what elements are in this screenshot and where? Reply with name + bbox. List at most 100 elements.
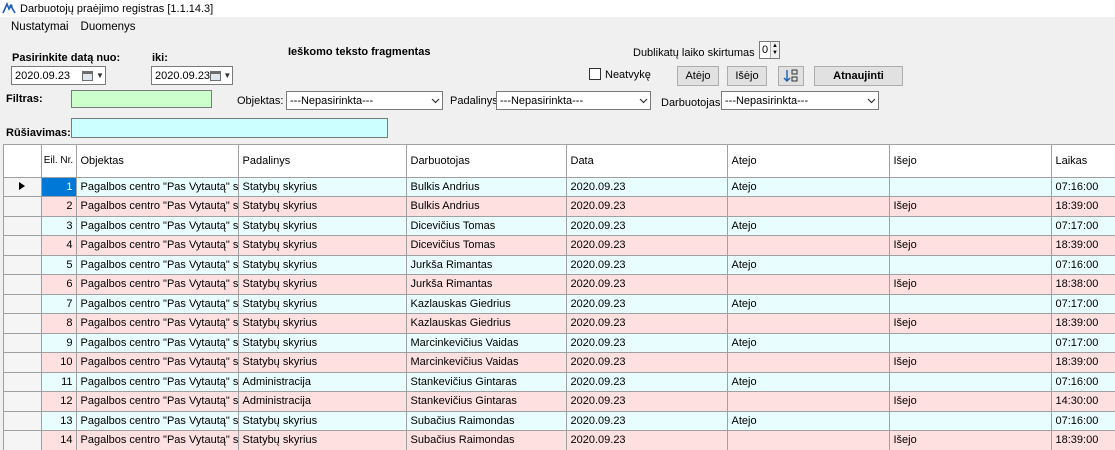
cell-laikas[interactable]: 18:39:00 bbox=[1051, 352, 1115, 373]
cell-laikas[interactable]: 18:39:00 bbox=[1051, 430, 1115, 450]
row-number[interactable]: 11 bbox=[41, 372, 77, 392]
row-selector[interactable] bbox=[4, 333, 42, 353]
cell-objektas[interactable]: Pagalbos centro "Pas Vytautą" st... bbox=[76, 391, 239, 412]
row-number[interactable]: 14 bbox=[41, 430, 77, 450]
table-row[interactable]: 4 Pagalbos centro "Pas Vytautą" st... Stat… bbox=[4, 235, 1115, 256]
cell-padalinys[interactable]: Statybų skyrius bbox=[238, 177, 407, 197]
cell-darbuotojas[interactable]: Kazlauskas Giedrius bbox=[406, 294, 567, 314]
row-selector[interactable] bbox=[4, 372, 42, 392]
row-number[interactable]: 2 bbox=[41, 196, 77, 217]
cell-darbuotojas[interactable]: Marcinkevičius Vaidas bbox=[406, 352, 567, 373]
cell-padalinys[interactable]: Statybų skyrius bbox=[238, 216, 407, 236]
cell-darbuotojas[interactable]: Bulkis Andrius bbox=[406, 177, 567, 197]
row-selector[interactable] bbox=[4, 274, 42, 295]
cell-objektas[interactable]: Pagalbos centro "Pas Vytautą" st... bbox=[76, 430, 239, 450]
cell-laikas[interactable]: 07:16:00 bbox=[1051, 411, 1115, 431]
row-selector[interactable] bbox=[4, 196, 42, 217]
cell-laikas[interactable]: 07:16:00 bbox=[1051, 177, 1115, 197]
cell-isejo[interactable] bbox=[889, 294, 1052, 314]
row-number[interactable]: 1 bbox=[41, 177, 77, 197]
cell-padalinys[interactable]: Statybų skyrius bbox=[238, 294, 407, 314]
cell-data[interactable]: 2020.09.23 bbox=[566, 430, 728, 450]
table-row[interactable]: 3 Pagalbos centro "Pas Vytautą" st... Stat… bbox=[4, 216, 1115, 236]
cell-darbuotojas[interactable]: Subačius Raimondas bbox=[406, 430, 567, 450]
atejo-button[interactable]: Atėjo bbox=[677, 66, 719, 86]
cell-laikas[interactable]: 18:39:00 bbox=[1051, 196, 1115, 217]
column-header-laikas[interactable]: Laikas bbox=[1051, 145, 1115, 178]
column-header-padalinys[interactable]: Padalinys bbox=[238, 145, 407, 178]
row-selector[interactable] bbox=[4, 313, 42, 334]
cell-padalinys[interactable]: Statybų skyrius bbox=[238, 255, 407, 275]
cell-data[interactable]: 2020.09.23 bbox=[566, 177, 728, 197]
cell-data[interactable]: 2020.09.23 bbox=[566, 235, 728, 256]
data-grid[interactable]: Eil. Nr. Objektas Padalinys Darbuotojas … bbox=[3, 144, 1115, 450]
cell-darbuotojas[interactable]: Dicevičius Tomas bbox=[406, 216, 567, 236]
date-to-picker[interactable]: 2020.09.23 ▼ bbox=[151, 66, 233, 85]
sort-button[interactable] bbox=[778, 66, 804, 86]
cell-objektas[interactable]: Pagalbos centro "Pas Vytautą" st... bbox=[76, 294, 239, 314]
cell-data[interactable]: 2020.09.23 bbox=[566, 196, 728, 217]
cell-isejo[interactable] bbox=[889, 255, 1052, 275]
cell-data[interactable]: 2020.09.23 bbox=[566, 274, 728, 295]
cell-padalinys[interactable]: Statybų skyrius bbox=[238, 352, 407, 373]
cell-atejo[interactable] bbox=[727, 391, 890, 412]
cell-objektas[interactable]: Pagalbos centro "Pas Vytautą" st... bbox=[76, 196, 239, 217]
row-number[interactable]: 7 bbox=[41, 294, 77, 314]
cell-darbuotojas[interactable]: Jurkša Rimantas bbox=[406, 274, 567, 295]
cell-objektas[interactable]: Pagalbos centro "Pas Vytautą" st... bbox=[76, 177, 239, 197]
row-number[interactable]: 6 bbox=[41, 274, 77, 295]
cell-isejo[interactable]: Išejo bbox=[889, 313, 1052, 334]
cell-objektas[interactable]: Pagalbos centro "Pas Vytautą" st... bbox=[76, 372, 239, 392]
row-selector[interactable] bbox=[4, 352, 42, 373]
filter-input[interactable] bbox=[71, 90, 212, 108]
cell-data[interactable]: 2020.09.23 bbox=[566, 352, 728, 373]
column-header-darbuotojas[interactable]: Darbuotojas bbox=[406, 145, 567, 178]
cell-isejo[interactable]: Išejo bbox=[889, 430, 1052, 450]
cell-objektas[interactable]: Pagalbos centro "Pas Vytautą" st... bbox=[76, 235, 239, 256]
cell-data[interactable]: 2020.09.23 bbox=[566, 255, 728, 275]
cell-objektas[interactable]: Pagalbos centro "Pas Vytautą" st... bbox=[76, 333, 239, 353]
cell-atejo[interactable]: Atejo bbox=[727, 177, 890, 197]
cell-atejo[interactable]: Atejo bbox=[727, 294, 890, 314]
stepper-arrows-icon[interactable]: ▲ ▼ bbox=[770, 42, 779, 58]
row-selector[interactable] bbox=[4, 391, 42, 412]
cell-objektas[interactable]: Pagalbos centro "Pas Vytautą" st... bbox=[76, 274, 239, 295]
cell-isejo[interactable]: Išejo bbox=[889, 352, 1052, 373]
cell-objektas[interactable]: Pagalbos centro "Pas Vytautą" st... bbox=[76, 255, 239, 275]
cell-laikas[interactable]: 18:38:00 bbox=[1051, 274, 1115, 295]
cell-atejo[interactable]: Atejo bbox=[727, 216, 890, 236]
cell-isejo[interactable] bbox=[889, 411, 1052, 431]
menu-duomenys[interactable]: Duomenys bbox=[76, 21, 141, 33]
row-number[interactable]: 8 bbox=[41, 313, 77, 334]
cell-isejo[interactable]: Išejo bbox=[889, 235, 1052, 256]
row-selector[interactable] bbox=[4, 235, 42, 256]
cell-padalinys[interactable]: Statybų skyrius bbox=[238, 411, 407, 431]
cell-objektas[interactable]: Pagalbos centro "Pas Vytautą" st... bbox=[76, 313, 239, 334]
cell-darbuotojas[interactable]: Bulkis Andrius bbox=[406, 196, 567, 217]
cell-laikas[interactable]: 18:39:00 bbox=[1051, 235, 1115, 256]
cell-data[interactable]: 2020.09.23 bbox=[566, 411, 728, 431]
cell-padalinys[interactable]: Administracija bbox=[238, 372, 407, 392]
row-selector-header[interactable] bbox=[4, 145, 42, 178]
cell-laikas[interactable]: 07:17:00 bbox=[1051, 333, 1115, 353]
cell-atejo[interactable] bbox=[727, 196, 890, 217]
menu-nustatymai[interactable]: Nustatymai bbox=[6, 21, 74, 33]
cell-data[interactable]: 2020.09.23 bbox=[566, 372, 728, 392]
table-row[interactable]: 8 Pagalbos centro "Pas Vytautą" st... Stat… bbox=[4, 313, 1115, 334]
column-header-atejo[interactable]: Atejo bbox=[727, 145, 890, 178]
row-selector[interactable] bbox=[4, 411, 42, 431]
table-row[interactable]: 10 Pagalbos centro "Pas Vytautą" st... Sta… bbox=[4, 352, 1115, 373]
table-row[interactable]: 6 Pagalbos centro "Pas Vytautą" st... Stat… bbox=[4, 274, 1115, 295]
division-select[interactable]: ---Nepasirinkta--- bbox=[496, 91, 651, 110]
table-row[interactable]: 9 Pagalbos centro "Pas Vytautą" st... Stat… bbox=[4, 333, 1115, 353]
cell-padalinys[interactable]: Statybų skyrius bbox=[238, 274, 407, 295]
cell-data[interactable]: 2020.09.23 bbox=[566, 333, 728, 353]
table-row[interactable]: 11 Pagalbos centro "Pas Vytautą" st... Adm… bbox=[4, 372, 1115, 392]
cell-atejo[interactable] bbox=[727, 430, 890, 450]
cell-isejo[interactable]: Išejo bbox=[889, 391, 1052, 412]
cell-isejo[interactable] bbox=[889, 333, 1052, 353]
column-header-nr[interactable]: Eil. Nr. bbox=[41, 145, 77, 178]
row-selector[interactable] bbox=[4, 255, 42, 275]
cell-padalinys[interactable]: Statybų skyrius bbox=[238, 333, 407, 353]
row-number[interactable]: 10 bbox=[41, 352, 77, 373]
